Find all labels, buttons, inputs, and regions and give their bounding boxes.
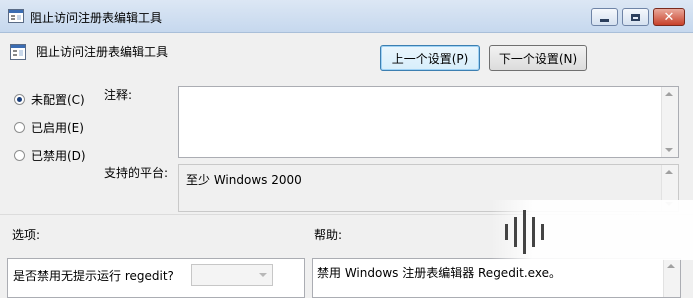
maximize-icon xyxy=(631,13,640,21)
title-bar: 阻止访问注册表编辑工具 ✕ xyxy=(0,0,693,33)
help-scrollbar[interactable] xyxy=(663,259,680,297)
setting-title: 阻止访问注册表编辑工具 xyxy=(36,45,169,59)
radio-not-configured[interactable]: 未配置(C) xyxy=(14,91,85,108)
platform-label: 支持的平台: xyxy=(104,166,169,180)
maximize-button[interactable] xyxy=(622,8,649,26)
radio-enabled[interactable]: 已启用(E) xyxy=(14,119,84,136)
scroll-up-icon[interactable] xyxy=(665,170,673,174)
minimize-button[interactable] xyxy=(591,8,618,26)
radio-button[interactable] xyxy=(14,122,25,133)
close-icon: ✕ xyxy=(663,9,675,25)
comment-textarea[interactable] xyxy=(178,86,679,158)
window-title: 阻止访问注册表编辑工具 xyxy=(30,11,163,25)
minimize-icon xyxy=(600,18,609,22)
chevron-down-icon xyxy=(259,273,267,277)
radio-label: 已禁用(D) xyxy=(31,149,86,163)
next-setting-button[interactable]: 下一个设置(N) xyxy=(489,45,587,71)
radio-disabled[interactable]: 已禁用(D) xyxy=(14,147,86,164)
scroll-up-icon[interactable] xyxy=(667,264,675,268)
radio-label: 未配置(C) xyxy=(31,93,85,107)
scroll-down-icon[interactable] xyxy=(665,148,673,152)
close-button[interactable]: ✕ xyxy=(653,8,685,26)
help-label: 帮助: xyxy=(314,228,343,242)
radio-button[interactable] xyxy=(14,94,25,105)
radio-button[interactable] xyxy=(14,150,25,161)
help-panel: 禁用 Windows 注册表编辑器 Regedit.exe。 xyxy=(312,258,681,298)
options-question: 是否禁用无提示运行 regedit? xyxy=(13,269,174,283)
scroll-up-icon[interactable] xyxy=(665,92,673,96)
comment-label: 注释: xyxy=(104,88,133,102)
policy-icon xyxy=(8,9,24,23)
watermark-bars xyxy=(505,210,544,254)
options-label: 选项: xyxy=(12,228,41,242)
platform-value: 至少 Windows 2000 xyxy=(186,173,302,187)
radio-label: 已启用(E) xyxy=(31,121,84,135)
policy-icon xyxy=(10,44,26,60)
comment-scrollbar[interactable] xyxy=(661,87,678,157)
help-text: 禁用 Windows 注册表编辑器 Regedit.exe。 xyxy=(317,266,561,280)
previous-setting-button[interactable]: 上一个设置(P) xyxy=(380,45,480,71)
silent-regedit-dropdown[interactable] xyxy=(191,264,273,286)
